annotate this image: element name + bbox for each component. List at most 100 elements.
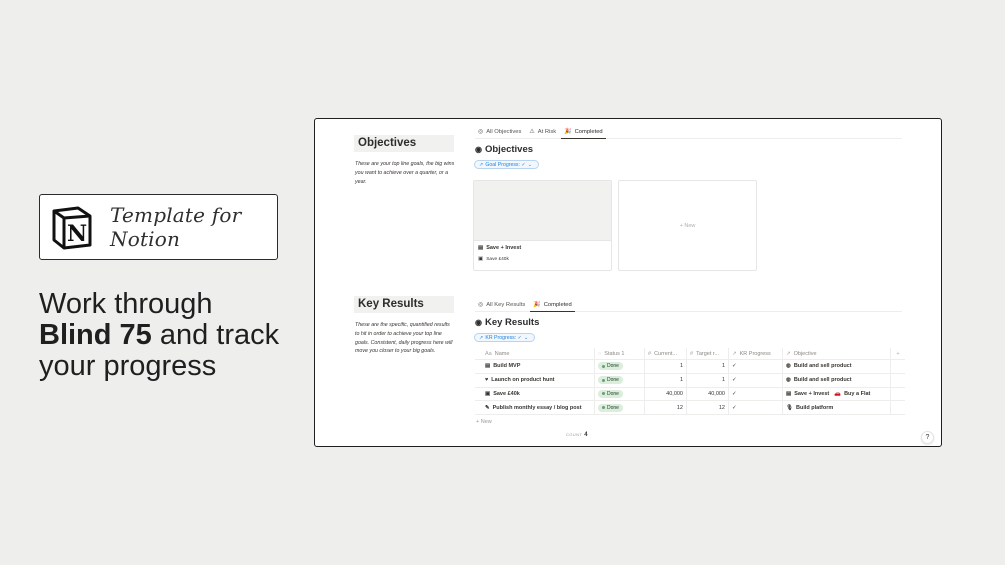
objectives-tabs: ◎ All Objectives ⚠ At Risk 🎉 Completed [475,125,902,139]
row-spacer [891,401,905,414]
row-target[interactable]: 1 [687,373,729,387]
headline-line-2: Blind 75 and track [39,320,309,351]
col-objective[interactable]: ↗ Objective [783,348,891,359]
key-results-db-title: ◉ Key Results [475,317,539,328]
chart-icon: ↗ [732,350,737,357]
headline-bold: Blind 75 [39,319,152,351]
row-current[interactable]: 12 [645,401,687,415]
target-icon: ◎ [478,302,484,308]
key-results-side-title: Key Results [354,296,454,313]
row-objective[interactable]: ◍ Build and sell product [783,360,891,373]
col-name[interactable]: Aa Name [475,348,595,359]
notion-window: Objectives These are your top line goals… [314,118,942,447]
table-row[interactable]: ▤ Build MVP Done 1 1 ✓ ◍ Build and sell pr… [475,360,905,374]
count-value: 4 [584,432,588,438]
new-row-button[interactable]: + New [476,419,492,425]
status-badge: Done [598,403,623,412]
objective-text: Build platform [795,404,834,411]
goal-progress-filter[interactable]: ↗ Goal Progress: ✓ ⌄ [474,160,540,169]
objective-text: Build and sell product [793,377,852,384]
row-status[interactable]: Done [595,401,645,415]
tab-completed[interactable]: 🎉 Completed [530,298,575,312]
count-label: COUNT [566,432,583,437]
table-row[interactable]: ▣ Save £40k Done 40,000 40,000 ✓ ▤ Save + … [475,387,905,402]
number-icon: # [690,350,694,357]
objectives-side-desc: These are your top line goals, the big w… [355,161,455,185]
table-row[interactable]: ♥ Launch on product hunt Done 1 1 ✓ ◍ Buil… [475,373,905,388]
new-card-button[interactable]: + New [618,180,757,271]
row-spacer [891,360,905,373]
row-status[interactable]: Done [595,360,645,373]
row-name[interactable]: ✎ Publish monthly essay / blog post [475,401,595,415]
col-label: KR Progress [739,350,771,357]
table-header: Aa Name ◌ Status 1 # Current... # Target r..… [475,348,905,360]
table-icon: ▤ [786,390,792,397]
objective-link[interactable]: 🎙 Build platform [786,405,833,411]
row-name[interactable]: ▤ Build MVP [475,360,595,373]
db-title-text: Objectives [484,144,534,155]
row-status[interactable]: Done [595,387,645,401]
row-current[interactable]: 1 [645,373,687,387]
row-status[interactable]: Done [595,373,645,387]
kr-progress-filter[interactable]: ↗ KR Progress: ✓ ⌄ [474,333,536,342]
tab-label: All Objectives [486,128,522,135]
objective-link[interactable]: ◍ Build and sell product [786,363,852,369]
badge-text: Template for Notion [110,203,242,251]
table-icon: ▤ [485,363,491,370]
notion-logo-icon: N [48,203,96,251]
chevron-down-icon: ⌄ [524,334,529,341]
card-name: ▤ Save + Invest [474,241,611,251]
row-current[interactable]: 1 [645,360,687,373]
headline: Work through Blind 75 and track your pro… [39,289,309,382]
objective-text: Buy a Flat [844,390,871,397]
row-kr-progress: ✓ [729,401,783,415]
tab-all-objectives[interactable]: ◎ All Objectives [475,125,524,138]
row-kr-progress: ✓ [729,387,783,401]
target-icon: ◉ [475,318,482,327]
col-target[interactable]: # Target r... [687,348,729,359]
col-label: Name [494,350,510,357]
row-objective[interactable]: ▤ Save + Invest 🚗 Buy a Flat [783,387,891,401]
add-column-button[interactable]: + [891,348,905,359]
row-objective[interactable]: ◍ Build and sell product [783,373,891,387]
party-icon: 🎉 [564,129,572,135]
card-cover [474,181,611,241]
headline-rest: and track [151,319,280,351]
row-count: COUNT 4 [566,432,588,438]
pencil-icon: ✎ [485,404,490,411]
status-text: Done [607,377,619,384]
tab-all-key-results[interactable]: ◎ All Key Results [475,298,528,311]
table-row[interactable]: ✎ Publish monthly essay / blog post Done … [475,401,905,416]
row-name[interactable]: ♥ Launch on product hunt [475,373,595,387]
tab-at-risk[interactable]: ⚠ At Risk [526,125,559,138]
party-icon: 🎉 [533,302,541,308]
svg-text:N: N [67,221,87,247]
objectives-db-title: ◉ Objectives [475,144,533,155]
row-name[interactable]: ▣ Save £40k [475,387,595,401]
col-status[interactable]: ◌ Status 1 [595,348,645,359]
objective-link[interactable]: ◍ Build and sell product [786,377,852,383]
car-icon: 🚗 [834,390,842,397]
col-current[interactable]: # Current... [645,348,687,359]
globe-icon: ◍ [786,363,791,370]
row-spacer [891,388,905,401]
help-button[interactable]: ? [921,431,934,444]
number-icon: # [648,350,652,357]
row-target[interactable]: 40,000 [687,387,729,401]
row-target[interactable]: 1 [687,360,729,373]
status-text: Done [607,363,619,370]
objective-link[interactable]: 🚗 Buy a Flat [834,391,870,397]
tab-label: Completed [574,128,603,135]
tab-completed[interactable]: 🎉 Completed [561,125,606,139]
globe-icon: ◍ [786,377,791,384]
template-badge: N Template for Notion [39,194,278,260]
row-target[interactable]: 12 [687,401,729,415]
row-current[interactable]: 40,000 [645,387,687,401]
objective-card[interactable]: ▤ Save + Invest ▣ Save £40k [473,180,612,271]
row-objective[interactable]: 🎙 Build platform [783,401,891,415]
col-kr-progress[interactable]: ↗ KR Progress [729,348,783,359]
status-icon: ◌ [598,350,602,357]
objective-link[interactable]: ▤ Save + Invest [786,391,829,397]
key-results-table: Aa Name ◌ Status 1 # Current... # Target r..… [475,348,905,416]
tab-label: Completed [543,301,572,308]
